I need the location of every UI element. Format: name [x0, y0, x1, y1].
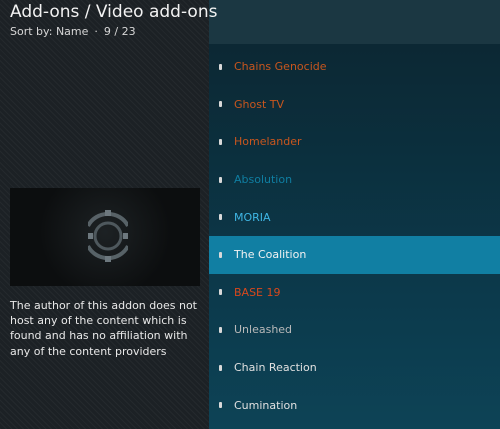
addon-list-item[interactable]: MORIA	[209, 198, 500, 236]
addon-list-item[interactable]: BASE 19	[209, 274, 500, 312]
list-bullet-icon	[219, 138, 222, 145]
list-bullet-icon	[219, 289, 222, 296]
addon-list-item[interactable]: Chains Genocide	[209, 48, 500, 86]
addon-description: The author of this addon does not host a…	[10, 299, 197, 358]
list-bullet-icon	[219, 176, 222, 183]
addon-list-item[interactable]: Cumination	[209, 386, 500, 424]
addon-label: Ghost TV	[234, 97, 285, 111]
addon-list: Chains Genocide Ghost TV Homelander Absolut…	[209, 48, 500, 424]
page-title: Add-ons / Video add-ons	[10, 2, 218, 22]
list-bullet-icon	[219, 214, 222, 221]
addon-label: Chain Reaction	[234, 361, 317, 375]
list-bullet-icon	[219, 326, 222, 333]
addon-label: Chains Genocide	[234, 60, 327, 74]
list-top-strip	[209, 0, 500, 44]
addon-label: BASE 19	[234, 285, 281, 299]
position-counter: 9 / 23	[103, 25, 136, 38]
addon-list-item[interactable]: Homelander	[209, 123, 500, 161]
addon-list-item[interactable]: Absolution	[209, 161, 500, 199]
sort-label[interactable]: Sort by: Name	[10, 25, 88, 38]
addon-list-item[interactable]: Chain Reaction	[209, 349, 500, 387]
list-bullet-icon	[219, 402, 222, 409]
separator-dot: ·	[94, 25, 98, 38]
addon-label: Absolution	[234, 173, 293, 187]
list-bullet-icon	[219, 101, 222, 108]
addon-label: The Coalition	[234, 248, 307, 262]
header: Add-ons / Video add-ons Sort by: Name · 9 …	[10, 1, 217, 39]
addon-list-item[interactable]: The Coalition	[209, 235, 500, 274]
list-bullet-icon	[219, 251, 222, 258]
list-bullet-icon	[219, 63, 222, 70]
addon-label: Homelander	[234, 135, 302, 149]
sort-info: Sort by: Name · 9 / 23	[10, 25, 217, 39]
addon-thumbnail	[10, 188, 200, 286]
addon-list-item[interactable]: Ghost TV	[209, 86, 500, 124]
addon-label: Unleashed	[234, 323, 293, 337]
addon-label: Cumination	[234, 398, 298, 412]
circular-shield-logo-icon	[88, 210, 128, 262]
addon-label: MORIA	[234, 210, 271, 224]
list-bullet-icon	[219, 364, 222, 371]
addon-list-item[interactable]: Unleashed	[209, 311, 500, 349]
